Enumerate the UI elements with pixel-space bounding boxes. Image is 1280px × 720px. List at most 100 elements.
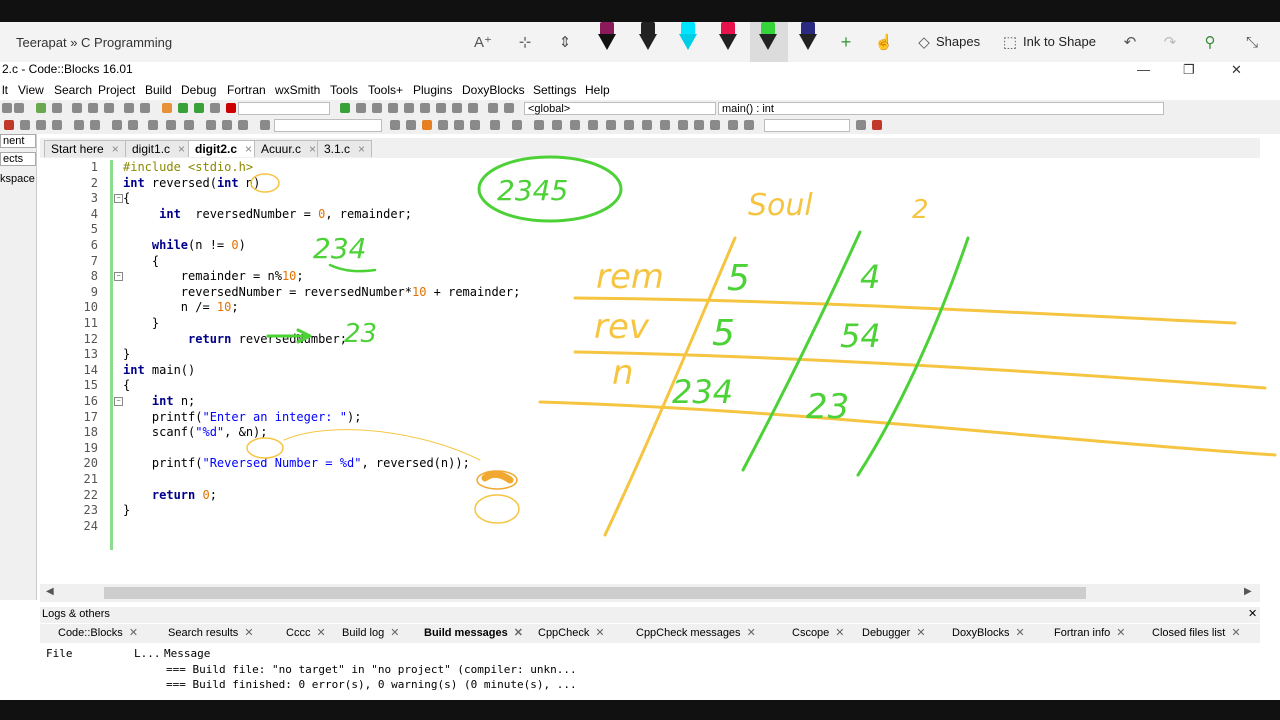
col-file[interactable]: File [46,647,73,660]
spell-icon[interactable] [728,120,738,130]
step-out-icon[interactable] [404,103,414,113]
undo-icon[interactable]: ↶ [1120,28,1140,56]
cut-icon[interactable] [72,103,82,113]
paste-icon[interactable] [104,103,114,113]
code-line[interactable]: } [123,347,130,361]
highlight-pen-icon[interactable] [422,120,432,130]
cc-icon[interactable] [744,120,754,130]
save-all-icon[interactable] [52,103,62,113]
find-next-icon[interactable] [406,120,416,130]
shapes-button[interactable]: Shapes [936,34,980,49]
menu-tools[interactable]: Tools [330,83,358,97]
menu-wxsmith[interactable]: wxSmith [275,83,320,97]
log-tab-close-icon[interactable]: ✕ [316,626,325,639]
panel3-icon[interactable] [570,120,580,130]
log-tab-close-icon[interactable]: ✕ [390,626,399,639]
tab-close-icon[interactable]: × [309,141,316,157]
frame-icon[interactable] [512,120,522,130]
bookmark-next-icon[interactable] [36,120,46,130]
log-tab-close-icon[interactable]: ✕ [595,626,604,639]
highlight-icon[interactable] [184,120,194,130]
pen-navy-icon[interactable] [797,22,819,56]
step-instruction-icon[interactable] [436,103,446,113]
menu-doxyblocks[interactable]: DoxyBlocks [462,83,525,97]
bookmark-clear-icon[interactable] [52,120,62,130]
log-tab-close-icon[interactable]: ✕ [1116,626,1125,639]
col-line[interactable]: L... [134,647,161,660]
panel8-icon[interactable] [660,120,670,130]
menu-view[interactable]: View [18,83,44,97]
run-icon[interactable] [178,103,188,113]
log-tab-build-messages[interactable]: Build messages ✕ [424,626,523,640]
rebuild-icon[interactable] [210,103,220,113]
uncomment-icon[interactable] [90,120,100,130]
build-icon[interactable] [162,103,172,113]
menu-help[interactable]: Help [585,83,610,97]
tab-close-icon[interactable]: × [358,141,365,157]
jump-back-icon[interactable] [206,120,216,130]
build-target-combo[interactable] [238,102,330,115]
minimize-icon[interactable]: — [1137,62,1150,77]
panel2-icon[interactable] [552,120,562,130]
restore-icon[interactable]: ❐ [1183,62,1195,78]
redo-icon[interactable]: ↷ [1160,28,1180,56]
pen-green-icon[interactable] [757,22,779,56]
select-icon[interactable] [470,120,480,130]
log-tab-debugger[interactable]: Debugger ✕ [862,626,926,640]
log-tab-close-icon[interactable]: ✕ [835,626,844,639]
log-tab-cppcheck[interactable]: CppCheck ✕ [538,626,605,640]
match-case-icon[interactable] [438,120,448,130]
zoom-in-icon[interactable] [694,120,704,130]
break-icon[interactable] [452,103,462,113]
log-tab-code-blocks[interactable]: Code::Blocks ✕ [58,626,138,640]
projects-tab[interactable]: ects [0,152,36,166]
log-tab-close-icon[interactable]: ✕ [747,626,756,639]
notebook-breadcrumb[interactable]: Teerapat » C Programming [16,35,172,50]
tab-digit2[interactable]: digit2.c × [188,140,260,157]
menu-search[interactable]: Search [54,83,92,97]
scroll-thumb[interactable] [104,587,1086,599]
fold-toggle-icon[interactable]: − [114,272,123,282]
last-jump-icon[interactable] [238,120,248,130]
tab-close-icon[interactable]: × [245,141,252,157]
log-tab-build-log[interactable]: Build log ✕ [342,626,399,640]
code-line[interactable]: printf("Reversed Number = %d", reversed(… [123,456,470,470]
pen-maroon-icon[interactable] [596,22,618,56]
find-icon[interactable] [124,103,134,113]
stop-debug-icon[interactable] [468,103,478,113]
regex-icon[interactable] [454,120,464,130]
fold-toggle-icon[interactable]: − [114,194,123,204]
menu-tools-plus[interactable]: Tools+ [368,83,403,97]
goto-icon[interactable] [260,120,270,130]
next-instruction-icon[interactable] [420,103,430,113]
symbol-combo[interactable] [764,119,850,132]
debug-run-icon[interactable] [340,103,350,113]
scope-combo[interactable]: <global> [524,102,716,115]
menu-edit[interactable]: lt [2,83,8,97]
code-line[interactable]: reversedNumber = reversedNumber*10 + rem… [123,285,521,299]
insert-space-icon[interactable]: ⇕ [554,28,576,56]
code-line[interactable]: int main() [123,363,195,377]
code-line[interactable]: printf("Enter an integer: "); [123,410,362,424]
comment-icon[interactable] [74,120,84,130]
bookmark-icon[interactable] [4,120,14,130]
close-icon[interactable]: ✕ [1231,62,1242,78]
function-combo[interactable]: main() : int [718,102,1164,115]
abort-icon[interactable] [226,103,236,113]
save-icon[interactable] [36,103,46,113]
panel-icon[interactable] [534,120,544,130]
scroll-left-icon[interactable]: ◀ [46,586,54,597]
scroll-right-icon[interactable]: ▶ [1244,586,1252,597]
step-into-icon[interactable] [388,103,398,113]
code-line[interactable]: return 0; [123,488,217,502]
find-prev-icon[interactable] [390,120,400,130]
text-cursor-icon[interactable] [490,120,500,130]
lasso-select-icon[interactable]: ⊹ [514,28,536,56]
log-tab-fortran-info[interactable]: Fortran info ✕ [1054,626,1125,640]
tab-acuur[interactable]: Acuur.c × [254,140,324,157]
log-tab-closed-files-list[interactable]: Closed files list ✕ [1152,626,1241,640]
replace-icon[interactable] [140,103,150,113]
log-tab-cppcheck-messages[interactable]: CppCheck messages ✕ [636,626,756,640]
logs-close-icon[interactable]: ✕ [1248,607,1257,620]
code-line[interactable]: int reversedNumber = 0, remainder; [123,207,412,221]
